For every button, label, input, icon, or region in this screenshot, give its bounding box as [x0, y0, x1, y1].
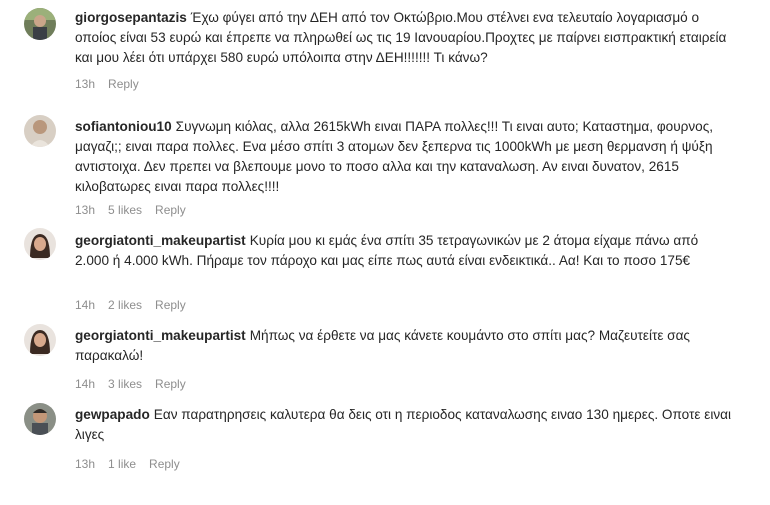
comment-timestamp[interactable]: 14h	[75, 377, 95, 391]
comment-meta: 13h Reply	[75, 77, 139, 91]
avatar-image	[24, 228, 56, 260]
avatar-image	[24, 403, 56, 435]
avatar[interactable]	[24, 228, 56, 260]
comment-meta: 14h 3 likes Reply	[75, 377, 186, 391]
avatar[interactable]	[24, 324, 56, 356]
likes-count[interactable]: 2 likes	[108, 298, 142, 312]
comment-meta: 13h 1 like Reply	[75, 457, 180, 471]
comment-text: Εαν παρατηρησεις καλυτερα θα δεις οτι η …	[75, 407, 732, 442]
comment-timestamp[interactable]: 13h	[75, 203, 95, 217]
avatar-image	[24, 115, 56, 147]
likes-count[interactable]: 5 likes	[108, 203, 142, 217]
reply-button[interactable]: Reply	[155, 377, 186, 391]
comment-timestamp[interactable]: 13h	[75, 77, 95, 91]
likes-count[interactable]: 3 likes	[108, 377, 142, 391]
likes-count[interactable]: 1 like	[108, 457, 136, 471]
avatar-image	[24, 8, 56, 40]
comment-username[interactable]: giorgosepantazis	[75, 10, 187, 25]
comment-meta: 14h 2 likes Reply	[75, 298, 186, 312]
reply-button[interactable]: Reply	[149, 457, 180, 471]
comment-timestamp[interactable]: 13h	[75, 457, 95, 471]
comment-username[interactable]: georgiatonti_makeupartist	[75, 328, 246, 343]
comment-username[interactable]: georgiatonti_makeupartist	[75, 233, 246, 248]
reply-button[interactable]: Reply	[108, 77, 139, 91]
avatar[interactable]	[24, 115, 56, 147]
avatar-image	[24, 324, 56, 356]
avatar[interactable]	[24, 8, 56, 40]
comment-meta: 13h 5 likes Reply	[75, 203, 186, 217]
avatar[interactable]	[24, 403, 56, 435]
comment-username[interactable]: sofiantoniou10	[75, 119, 172, 134]
reply-button[interactable]: Reply	[155, 203, 186, 217]
comment-username[interactable]: gewpapado	[75, 407, 150, 422]
comment-timestamp[interactable]: 14h	[75, 298, 95, 312]
reply-button[interactable]: Reply	[155, 298, 186, 312]
